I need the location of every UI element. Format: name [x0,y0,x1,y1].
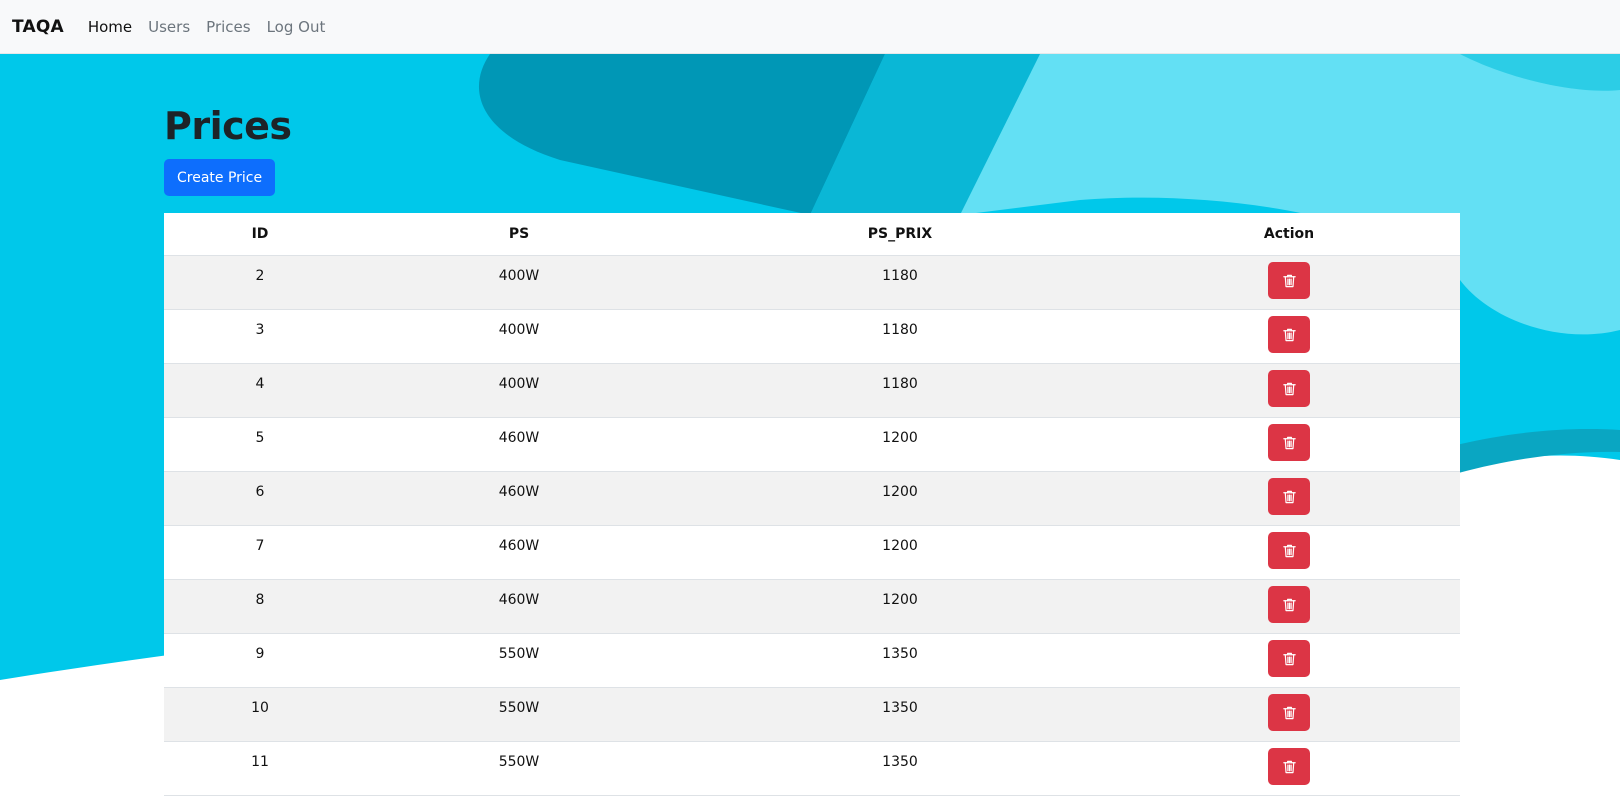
trash-icon [1282,651,1297,667]
table-row: 10 550W 1350 [164,687,1460,742]
cell-id: 10 [164,687,356,742]
cell-id: 5 [164,417,356,472]
cell-action [1118,363,1460,418]
trash-icon [1282,273,1297,289]
cell-id: 9 [164,633,356,688]
table-row: 11 550W 1350 [164,741,1460,796]
table-row: 9 550W 1350 [164,633,1460,688]
cell-ps: 550W [356,687,682,742]
column-header-ps-prix: PS_PRIX [682,213,1118,256]
create-price-button[interactable]: Create Price [164,159,276,196]
nav-prices-link[interactable]: Prices [206,18,250,36]
trash-icon [1282,327,1297,343]
delete-button[interactable] [1268,262,1310,299]
delete-button[interactable] [1268,370,1310,407]
cell-ps-prix: 1350 [682,633,1118,688]
cell-ps: 460W [356,471,682,526]
cell-ps-prix: 1200 [682,471,1118,526]
table-row: 3 400W 1180 [164,309,1460,364]
cell-ps: 400W [356,309,682,364]
nav-logout-link[interactable]: Log Out [267,18,326,36]
cell-ps: 550W [356,741,682,796]
cell-id: 8 [164,579,356,634]
cell-ps-prix: 1350 [682,741,1118,796]
cell-ps-prix: 1200 [682,579,1118,634]
cell-id: 2 [164,255,356,310]
column-header-id: ID [164,213,356,256]
cell-ps-prix: 1180 [682,309,1118,364]
table-row: 8 460W 1200 [164,579,1460,634]
table-body: 2 400W 1180 3 400W 1180 4 400W 1180 5 460W 1200 6 460… [164,255,1460,796]
table-row: 2 400W 1180 [164,255,1460,310]
cell-ps-prix: 1200 [682,525,1118,580]
cell-ps: 460W [356,579,682,634]
cell-ps: 460W [356,417,682,472]
delete-button[interactable] [1268,316,1310,353]
trash-icon [1282,759,1297,775]
delete-button[interactable] [1268,586,1310,623]
brand-logo[interactable]: TAQA [12,17,64,37]
table-row: 6 460W 1200 [164,471,1460,526]
cell-ps-prix: 1200 [682,417,1118,472]
cell-id: 4 [164,363,356,418]
cell-action [1118,579,1460,634]
cell-action [1118,633,1460,688]
nav-home-link[interactable]: Home [88,18,132,36]
table-header-row: ID PS PS_PRIX Action [164,213,1460,256]
delete-button[interactable] [1268,424,1310,461]
trash-icon [1282,705,1297,721]
cell-id: 7 [164,525,356,580]
cell-ps: 400W [356,363,682,418]
trash-icon [1282,597,1297,613]
cell-ps: 460W [356,525,682,580]
table-row: 5 460W 1200 [164,417,1460,472]
cell-action [1118,417,1460,472]
cell-action [1118,255,1460,310]
cell-action [1118,687,1460,742]
top-navbar: TAQA Home Users Prices Log Out [0,0,1620,54]
trash-icon [1282,489,1297,505]
nav-users-link[interactable]: Users [148,18,190,36]
cell-ps-prix: 1350 [682,687,1118,742]
trash-icon [1282,381,1297,397]
delete-button[interactable] [1268,694,1310,731]
delete-button[interactable] [1268,532,1310,569]
delete-button[interactable] [1268,748,1310,785]
cell-ps: 400W [356,255,682,310]
cell-id: 3 [164,309,356,364]
cell-action [1118,471,1460,526]
cell-ps-prix: 1180 [682,255,1118,310]
column-header-ps: PS [356,213,682,256]
delete-button[interactable] [1268,640,1310,677]
table-row: 7 460W 1200 [164,525,1460,580]
delete-button[interactable] [1268,478,1310,515]
trash-icon [1282,543,1297,559]
cell-ps: 550W [356,633,682,688]
cell-ps-prix: 1180 [682,363,1118,418]
prices-table: ID PS PS_PRIX Action 2 400W 1180 3 400W 1180 4… [164,213,1460,796]
cell-action [1118,309,1460,364]
column-header-action: Action [1118,213,1460,256]
cell-action [1118,741,1460,796]
cell-action [1118,525,1460,580]
page-title: Prices [164,104,292,148]
cell-id: 6 [164,471,356,526]
trash-icon [1282,435,1297,451]
table-row: 4 400W 1180 [164,363,1460,418]
cell-id: 11 [164,741,356,796]
